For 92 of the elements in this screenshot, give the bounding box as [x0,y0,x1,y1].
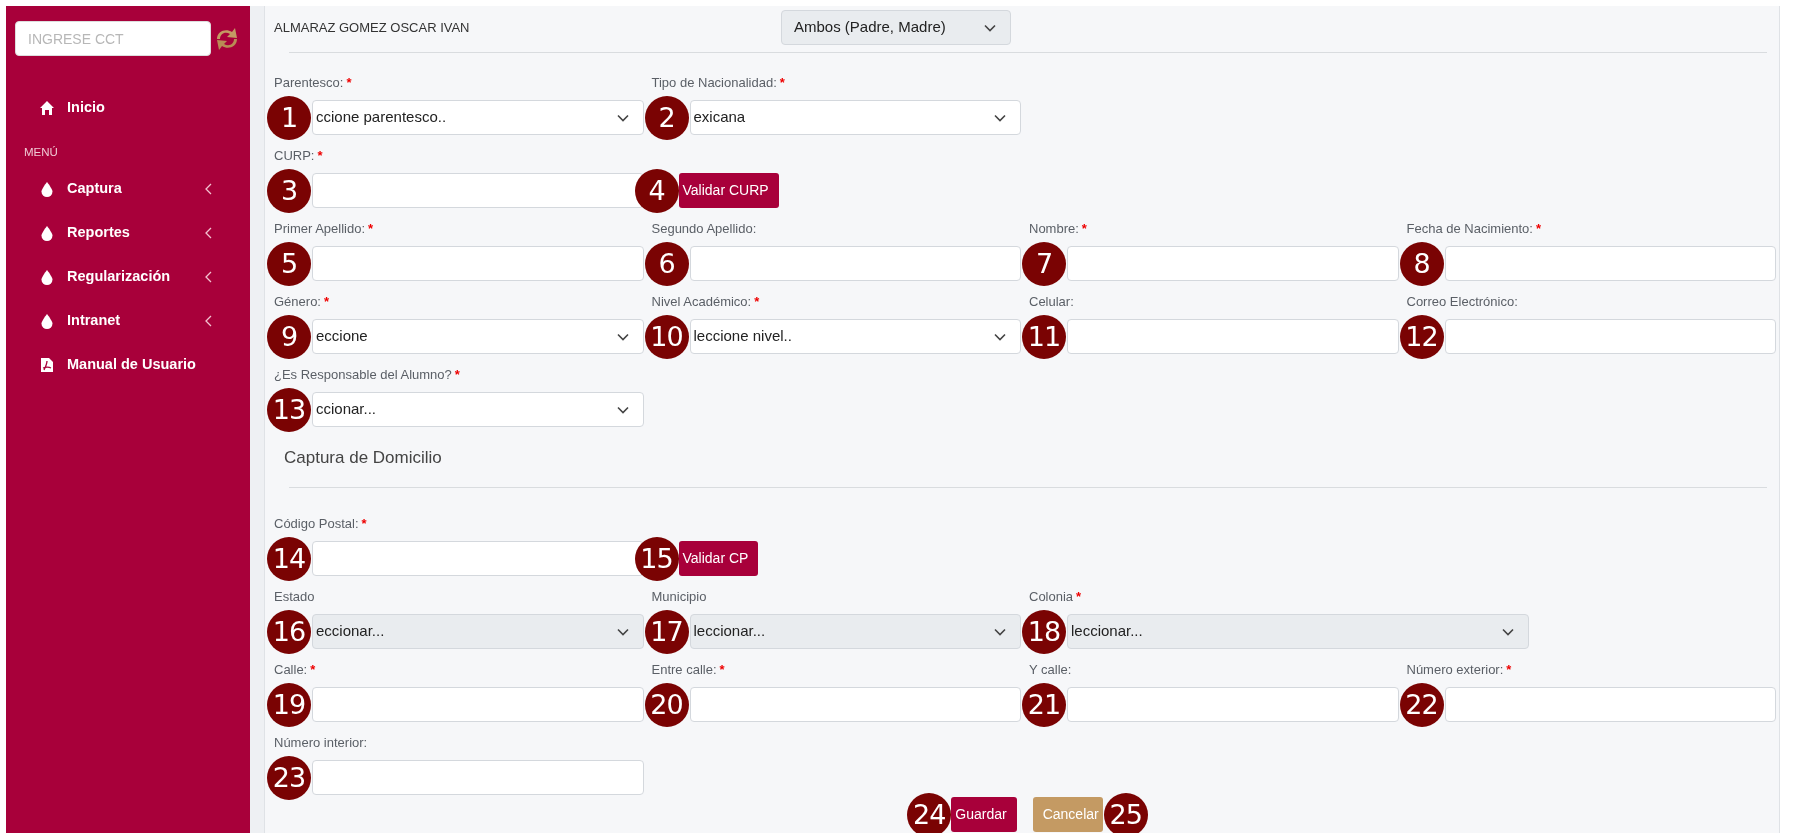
validate-button[interactable]: Validar CURP [678,173,779,208]
field-label: CURP: * [274,147,324,165]
pdf-file-icon [39,357,55,374]
text-field[interactable] [689,246,1021,281]
number-marker: 10 [644,314,689,359]
dropdown[interactable]: exicana [689,100,1021,135]
number-marker: 11 [1022,314,1066,359]
text-field[interactable] [312,246,644,281]
number-marker: 3 [267,168,311,213]
number-marker: 25 [1103,792,1148,833]
caret-icon [616,405,629,414]
caret-icon [994,113,1006,122]
number-marker: 23 [267,755,311,800]
number-marker: 15 [634,536,679,581]
submenu-item[interactable]: Reportes [15,211,240,256]
field-label: Número interior: [274,734,369,752]
field-label: Colonia * [1029,588,1083,606]
caret-icon [616,627,629,636]
field-label: Celular: [1029,293,1075,311]
dropdown[interactable]: ccionar... [312,392,644,427]
number-marker: 19 [267,682,311,727]
text-field[interactable] [1444,319,1776,354]
drop-icon [39,313,55,330]
field-label: Entre calle: * [651,661,726,679]
dropdown[interactable]: ccione parentesco.. [312,100,644,135]
text-field[interactable] [312,541,644,576]
sidebar-link[interactable]: Inicio [15,86,240,130]
number-marker: 4 [634,168,679,213]
field-label: Nivel Académico: * [651,293,761,311]
drop-icon [39,181,55,198]
caret-icon [994,627,1006,636]
number-marker: 6 [644,241,689,286]
text-field[interactable] [689,687,1021,722]
sidebar-link[interactable]: Manual de Usuario [15,343,240,388]
number-marker: 18 [1022,609,1066,654]
field-label: ¿Es Responsable del Alumno? * [274,366,461,384]
field-label: Primer Apellido: * [274,220,375,238]
number-marker: 1 [267,95,311,140]
text-field[interactable] [1067,687,1399,722]
field-label: Segundo Apellido: [651,220,758,238]
caret-icon [984,23,996,32]
field-label: Género: * [274,293,331,311]
caret-icon [1502,627,1515,636]
field-label: Correo Electrónico: [1406,293,1519,311]
save-button[interactable]: Guardar [951,797,1017,832]
caret-icon [994,332,1006,341]
number-marker: 21 [1022,682,1066,727]
number-marker: 17 [644,609,689,654]
home-icon [39,100,55,116]
number-marker: 9 [267,314,311,359]
menu-heading: MENÚ [23,145,59,160]
student-name: ALMARAZ GOMEZ OSCAR IVAN [274,19,471,37]
field-label: Tipo de Nacionalidad: * [651,74,786,92]
field-label: Estado [274,588,316,606]
text-field[interactable] [312,687,644,722]
text-field[interactable] [312,173,644,208]
cct-search-field[interactable]: INGRESE CCT [15,21,211,56]
number-marker: 22 [1399,682,1444,727]
text-field[interactable] [1067,246,1399,281]
text-field[interactable] [1067,319,1399,354]
field-label: Código Postal: * [274,515,368,533]
text-field[interactable] [1444,246,1776,281]
section-heading: Captura de Domicilio [284,447,443,469]
submenu-item[interactable]: Captura [15,167,240,212]
number-marker: 13 [267,387,311,432]
dropdown[interactable]: eccione [312,319,644,354]
validate-button[interactable]: Validar CP [678,541,759,576]
caret-icon [616,113,629,122]
field-label: Nombre: * [1029,220,1088,238]
drop-icon [39,269,55,286]
number-marker: 2 [644,95,689,140]
field-label: Y calle: [1029,661,1073,679]
field-label: Calle: * [274,661,317,679]
text-field[interactable] [1444,687,1776,722]
number-marker: 24 [907,792,952,833]
field-label: Municipio [651,588,708,606]
number-marker: 16 [267,609,311,654]
caret-icon [616,332,629,341]
submenu-item[interactable]: Intranet [15,299,240,344]
number-marker: 14 [267,536,311,581]
field-label: Fecha de Nacimiento: * [1406,220,1542,238]
field-label: Número exterior: * [1406,661,1513,679]
dropdown[interactable]: leccione nivel.. [689,319,1021,354]
number-marker: 12 [1399,314,1444,359]
drop-icon [39,225,55,242]
text-field[interactable] [312,760,644,795]
number-marker: 8 [1399,241,1444,286]
number-marker: 20 [644,682,689,727]
number-marker: 5 [267,241,311,286]
submenu-item[interactable]: Regularización [15,255,240,300]
field-label: Parentesco: * [274,74,353,92]
number-marker: 7 [1022,241,1066,286]
